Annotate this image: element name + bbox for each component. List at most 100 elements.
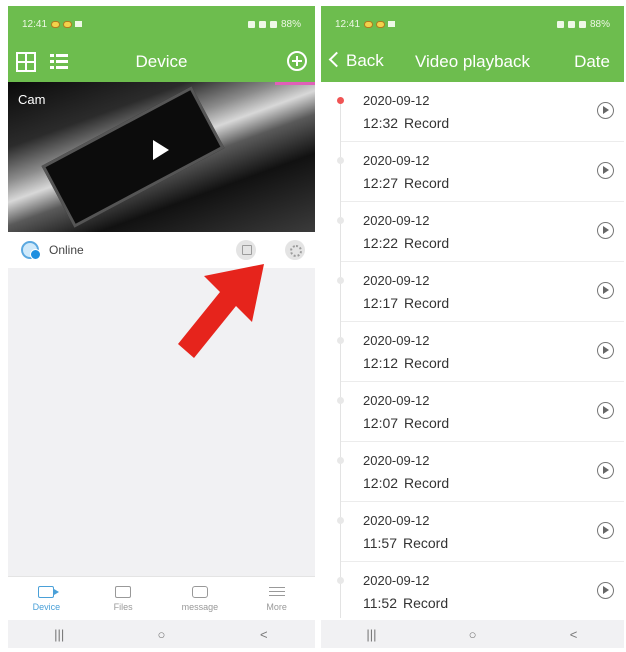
record-type: Record — [404, 175, 450, 191]
tab-device[interactable]: Device — [8, 577, 85, 620]
recent-apps-button[interactable]: ||| — [342, 627, 402, 642]
notification-icons — [51, 20, 83, 28]
tab-label: message — [181, 601, 219, 612]
device-status-row: Online — [8, 232, 315, 268]
tab-more[interactable]: More — [238, 577, 315, 620]
play-circle-icon[interactable] — [597, 522, 614, 539]
recording-indicator — [275, 82, 315, 85]
play-circle-icon[interactable] — [597, 582, 614, 599]
alarm-icon — [556, 20, 564, 28]
record-type: Record — [404, 415, 450, 431]
back-button[interactable]: Back — [331, 51, 384, 71]
play-circle-icon[interactable] — [597, 162, 614, 179]
online-status-label: Online — [49, 243, 84, 257]
camera-name: Cam — [18, 92, 46, 107]
timeline-dot — [337, 457, 344, 464]
tab-message[interactable]: message — [162, 577, 239, 620]
play-circle-icon[interactable] — [597, 402, 614, 419]
play-icon[interactable] — [153, 140, 169, 160]
timeline-dot — [337, 577, 344, 584]
status-time: 12:41 — [22, 18, 48, 30]
record-date: 2020-09-12 — [363, 513, 430, 528]
record-row[interactable]: 2020-09-12 12:12 Record — [337, 322, 624, 382]
record-time: 12:17 Record — [363, 295, 449, 311]
record-date: 2020-09-12 — [363, 213, 430, 228]
tab-label: More — [266, 601, 287, 612]
record-time-value: 12:32 — [363, 115, 399, 131]
record-list[interactable]: 2020-09-12 12:32 Record 2020-09-12 12:27 Reco… — [321, 82, 624, 618]
record-row[interactable]: 2020-09-12 11:57 Record — [337, 502, 624, 562]
record-row[interactable]: 2020-09-12 12:27 Record — [337, 142, 624, 202]
image-icon — [115, 585, 132, 598]
timeline-dot — [337, 517, 344, 524]
tab-files[interactable]: Files — [85, 577, 162, 620]
status-time: 12:41 — [335, 18, 361, 30]
record-type: Record — [404, 475, 450, 491]
home-button[interactable]: ○ — [443, 627, 503, 642]
vibrate-icon — [258, 20, 266, 28]
wifi-icon — [578, 20, 586, 28]
play-circle-icon[interactable] — [597, 222, 614, 239]
record-row[interactable]: 2020-09-12 12:02 Record — [337, 442, 624, 502]
back-nav-button[interactable]: < — [234, 627, 294, 642]
record-type: Record — [404, 295, 450, 311]
record-date: 2020-09-12 — [363, 273, 430, 288]
vibrate-icon — [567, 20, 575, 28]
record-row[interactable]: 2020-09-12 11:52 Record — [337, 562, 624, 618]
grid-view-icon[interactable] — [16, 52, 36, 72]
settings-gear-icon[interactable] — [285, 240, 305, 260]
online-status-icon — [21, 241, 41, 260]
record-row[interactable]: 2020-09-12 12:22 Record — [337, 202, 624, 262]
record-type: Record — [404, 235, 450, 251]
record-time: 11:57 Record — [363, 535, 448, 551]
play-circle-icon[interactable] — [597, 342, 614, 359]
top-navbar: Device — [8, 42, 315, 82]
record-time-value: 12:12 — [363, 355, 399, 371]
status-bar: 12:41 88% — [321, 6, 624, 42]
tab-label: Files — [113, 601, 133, 612]
record-time-value: 12:22 — [363, 235, 399, 251]
timeline-dot — [337, 337, 344, 344]
date-button[interactable]: Date — [574, 52, 610, 72]
record-time: 11:52 Record — [363, 595, 448, 611]
record-time-value: 12:27 — [363, 175, 399, 191]
list-view-icon[interactable] — [50, 53, 68, 70]
record-date: 2020-09-12 — [363, 333, 430, 348]
record-type: Record — [404, 355, 450, 371]
record-date: 2020-09-12 — [363, 93, 430, 108]
menu-icon — [268, 586, 285, 598]
recent-apps-button[interactable]: ||| — [29, 627, 89, 642]
wifi-icon — [269, 20, 277, 28]
record-time-value: 12:02 — [363, 475, 399, 491]
add-device-icon[interactable] — [287, 51, 307, 71]
home-button[interactable]: ○ — [131, 627, 191, 642]
record-type: Record — [403, 595, 449, 611]
record-row[interactable]: 2020-09-12 12:07 Record — [337, 382, 624, 442]
camera-preview[interactable]: Cam — [8, 82, 315, 232]
play-circle-icon[interactable] — [597, 102, 614, 119]
record-time-value: 12:17 — [363, 295, 399, 311]
video-camera-icon — [38, 585, 60, 598]
record-time: 12:32 Record — [363, 115, 449, 131]
record-date: 2020-09-12 — [363, 573, 430, 588]
back-nav-button[interactable]: < — [544, 627, 604, 642]
timeline-dot — [337, 217, 344, 224]
play-circle-icon[interactable] — [597, 282, 614, 299]
system-icons: 88% — [556, 18, 610, 30]
tab-label: Device — [32, 601, 61, 612]
record-time-value: 11:52 — [363, 595, 397, 611]
message-icon — [191, 585, 208, 598]
system-nav-bar: ||| ○ < — [8, 620, 315, 648]
battery-level: 88% — [589, 18, 610, 30]
record-row[interactable]: 2020-09-12 12:32 Record — [337, 82, 624, 142]
timeline-dot — [337, 277, 344, 284]
record-row[interactable]: 2020-09-12 12:17 Record — [337, 262, 624, 322]
record-time: 12:22 Record — [363, 235, 449, 251]
playback-button[interactable] — [236, 240, 256, 260]
timeline-dot — [337, 157, 344, 164]
video-playback-screen: 12:41 88% Back Video playback Date 2020-… — [321, 6, 624, 648]
play-circle-icon[interactable] — [597, 462, 614, 479]
system-icons: 88% — [247, 18, 301, 30]
battery-level: 88% — [280, 18, 301, 30]
record-type: Record — [403, 535, 449, 551]
